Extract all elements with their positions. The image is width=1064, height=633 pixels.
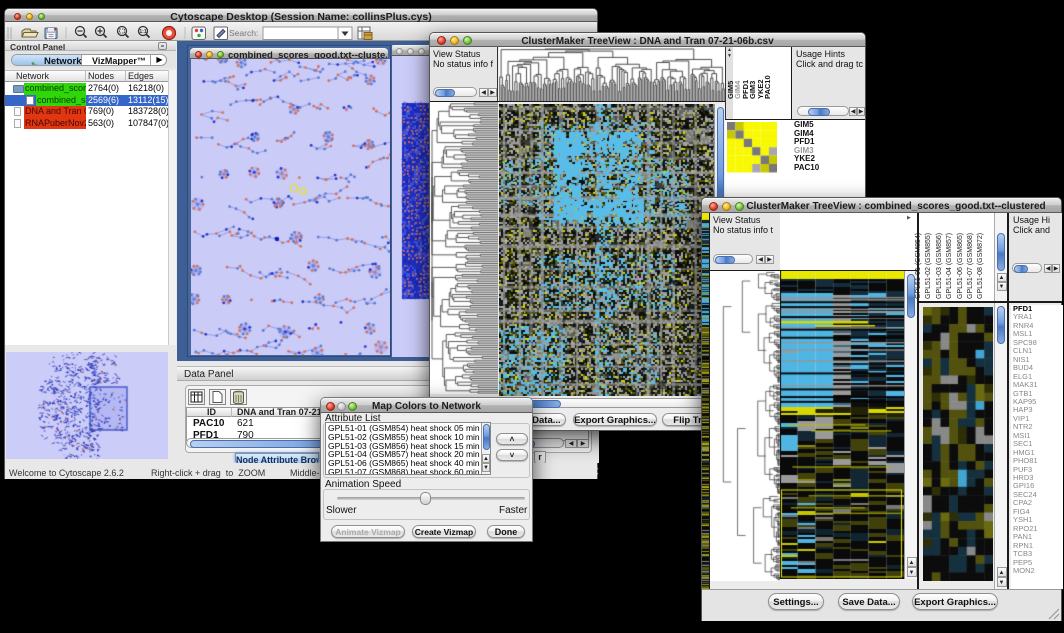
svg-text:Search:: Search: [229, 28, 258, 38]
svg-text:1:1: 1:1 [139, 29, 146, 35]
